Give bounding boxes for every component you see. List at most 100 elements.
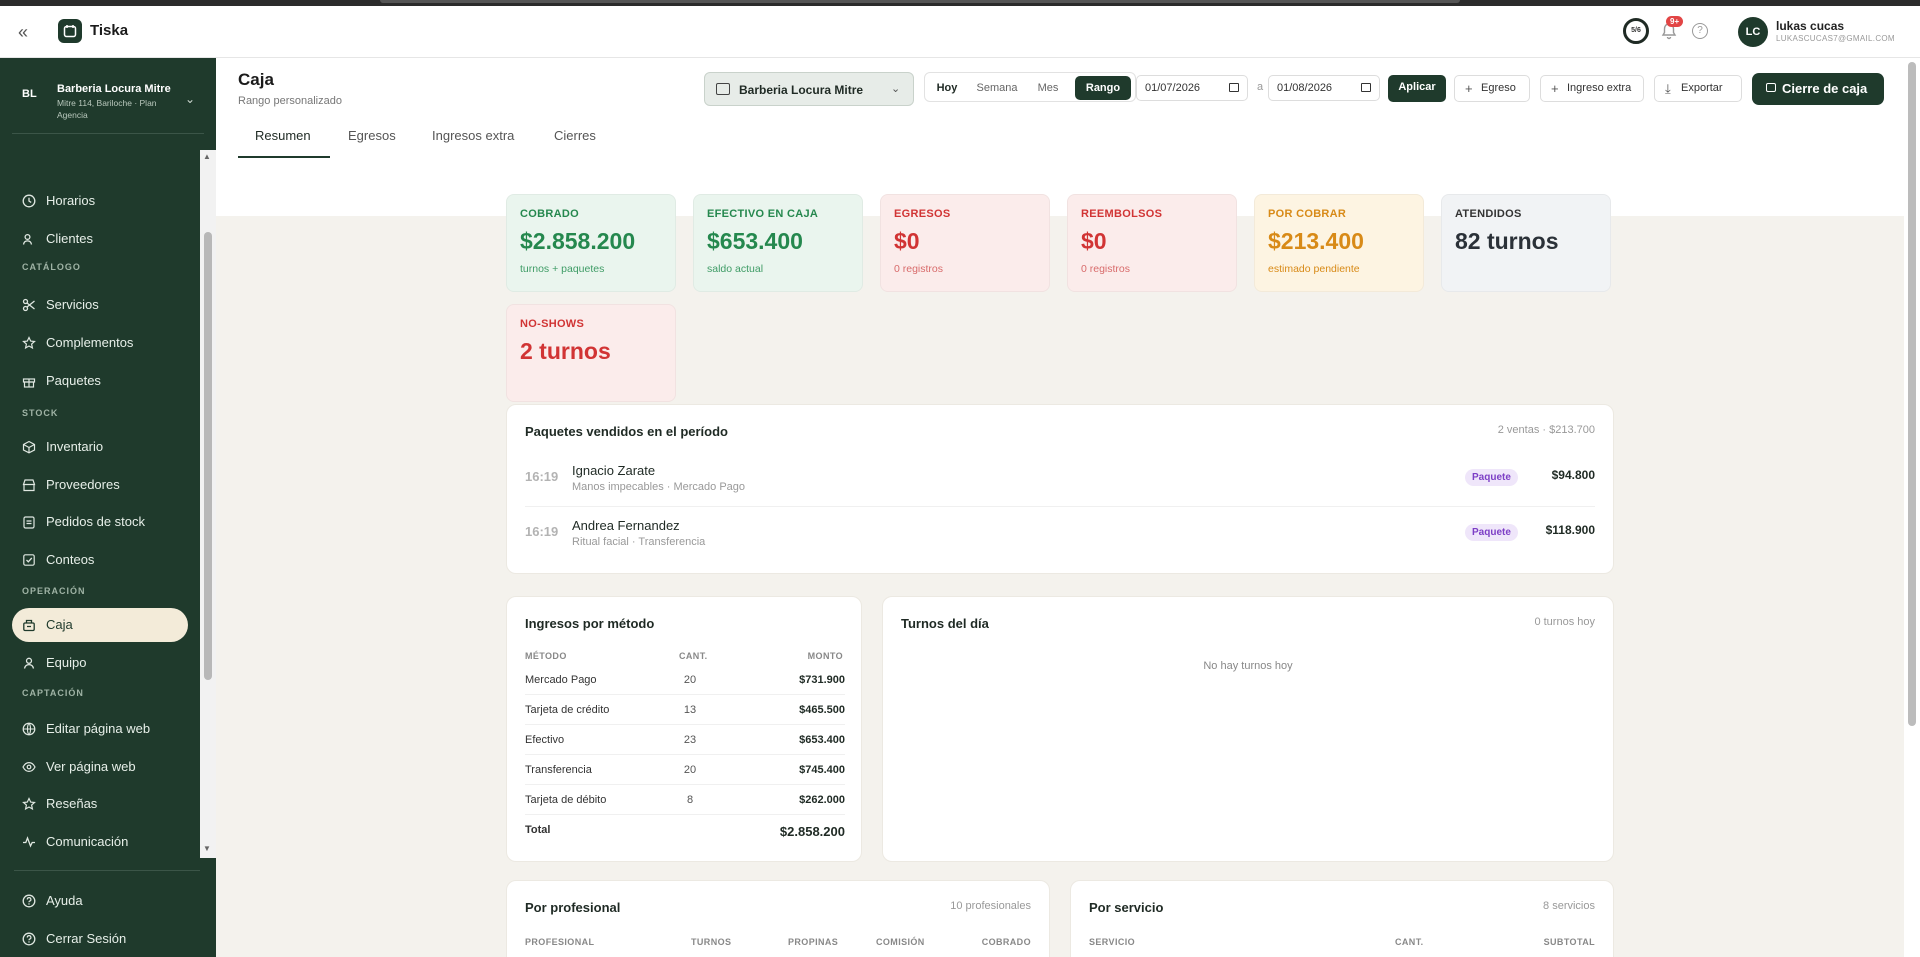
- nav-section-heading: OPERACIÓN: [22, 586, 86, 596]
- sidebar-item-logout[interactable]: Cerrar Sesión: [12, 922, 188, 956]
- table-row: Tarjeta de débito 8 $262.000: [525, 785, 845, 815]
- stat-card-reembolsos: REEMBOLSOS $0 0 registros: [1067, 194, 1237, 292]
- workspace-name: Barberia Locura Mitre: [57, 83, 171, 95]
- sidebar-nav: Horarios Clientes CATÁLOGO Servicios Complem…: [0, 148, 200, 856]
- stat-title: REEMBOLSOS: [1081, 208, 1163, 220]
- method-amount: $465.500: [799, 704, 845, 716]
- range-rango-button[interactable]: Rango: [1075, 76, 1131, 100]
- sidebar-divider: [14, 870, 200, 871]
- avatar[interactable]: LC: [1738, 17, 1768, 47]
- stat-card-cobrado: COBRADO $2.858.200 turnos + paquetes: [506, 194, 676, 292]
- stat-card-efectivo-en-caja: EFECTIVO EN CAJA $653.400 saldo actual: [693, 194, 863, 292]
- stat-value: $2.858.200: [520, 228, 636, 254]
- stat-title: EFECTIVO EN CAJA: [707, 208, 819, 220]
- tab-cierres[interactable]: Cierres: [554, 128, 596, 143]
- sidebar-item-label: Cerrar Sesión: [46, 931, 127, 946]
- chevron-down-icon: ⌄: [891, 83, 901, 95]
- range-semana-button[interactable]: Semana: [969, 76, 1025, 100]
- method-qty: 8: [686, 794, 694, 806]
- sidebar-item-ayuda[interactable]: Ayuda: [12, 884, 188, 918]
- column-header: COBRADO: [981, 937, 1031, 947]
- sidebar-scrollbar[interactable]: ▲ ▼: [200, 150, 216, 858]
- stat-value: $653.400: [707, 228, 803, 254]
- calendar-icon[interactable]: [1361, 83, 1371, 92]
- sidebar-item-label: Ayuda: [46, 893, 83, 908]
- sale-amount: $94.800: [1551, 468, 1595, 482]
- professionals-panel: Por profesional 10 profesionales PROFESI…: [506, 880, 1050, 957]
- sidebar-item-clientes[interactable]: Clientes: [12, 222, 188, 256]
- help-icon: [22, 894, 36, 908]
- sidebar-item-inventario[interactable]: Inventario: [12, 430, 188, 464]
- ingreso-extra-button[interactable]: + Ingreso extra: [1540, 75, 1644, 102]
- tab-ingresos-extra[interactable]: Ingresos extra: [432, 128, 514, 143]
- team-icon: [23, 657, 35, 669]
- collapse-sidebar-icon[interactable]: «: [18, 22, 40, 42]
- column-header: TURNOS: [691, 937, 732, 947]
- tab-resumen[interactable]: Resumen: [255, 128, 311, 143]
- date-to-input[interactable]: 01/08/2026: [1268, 75, 1380, 101]
- sidebar-item-paquetes[interactable]: Paquetes: [12, 364, 188, 398]
- date-separator: a: [1257, 81, 1264, 93]
- sidebar-item-pedidos-de-stock[interactable]: Pedidos de stock: [12, 505, 188, 539]
- panel-meta: 2 ventas · $213.700: [1497, 424, 1595, 436]
- services-panel: Por servicio 8 servicios SERVICIO CANT. …: [1070, 880, 1614, 957]
- date-from-input[interactable]: 01/07/2026: [1136, 75, 1248, 101]
- page-scrollbar[interactable]: [1904, 58, 1920, 957]
- user-email: LUKASCUCAS7@GMAIL.COM: [1776, 34, 1895, 43]
- scissors-icon: [22, 298, 35, 312]
- sidebar-item-rese-as[interactable]: Reseñas: [12, 787, 188, 821]
- app-header: « Tiska 5/6 9+ ? LC lukas cucas LUKASCUC…: [0, 6, 1920, 58]
- column-header: CANT.: [679, 651, 708, 661]
- empty-state: No hay turnos hoy: [1203, 660, 1293, 672]
- column-header: MÉTODO: [525, 651, 567, 661]
- checklist-icon: [23, 554, 35, 566]
- sidebar-item-comunicaci-n[interactable]: Comunicación: [12, 825, 188, 856]
- column-header: CANT.: [1395, 937, 1424, 947]
- scroll-down-icon[interactable]: ▼: [203, 844, 211, 853]
- workspace-switcher[interactable]: BL Barberia Locura Mitre Mitre 114, Bari…: [12, 74, 204, 134]
- client-name: Ignacio Zarate: [572, 463, 656, 478]
- status-badge: Paquete: [1465, 469, 1518, 486]
- sidebar-item-editar-p-gina-web[interactable]: Editar página web: [12, 712, 188, 746]
- list-item[interactable]: 16:19 Ignacio Zarate Manos impecables · Me…: [525, 455, 1595, 507]
- calendar-icon[interactable]: [1229, 83, 1239, 92]
- apply-button[interactable]: Aplicar: [1388, 75, 1446, 102]
- export-button[interactable]: ⤓ Exportar: [1654, 75, 1742, 102]
- help-icon[interactable]: ?: [1692, 23, 1708, 39]
- sidebar-item-horarios[interactable]: Horarios: [12, 184, 188, 218]
- sidebar-item-label: Clientes: [46, 231, 93, 246]
- onboarding-progress[interactable]: 5/6: [1623, 18, 1649, 44]
- logout-icon: [22, 932, 36, 946]
- sidebar-item-equipo[interactable]: Equipo: [12, 646, 188, 680]
- sidebar-item-complementos[interactable]: Complementos: [12, 326, 188, 360]
- range-hoy-button[interactable]: Hoy: [929, 76, 965, 100]
- sidebar-item-conteos[interactable]: Conteos: [12, 543, 188, 577]
- scroll-up-icon[interactable]: ▲: [203, 152, 211, 161]
- method-amount: $653.400: [799, 734, 845, 746]
- sidebar-item-servicios[interactable]: Servicios: [12, 288, 188, 322]
- sidebar-item-label: Proveedores: [46, 477, 120, 492]
- branch-select[interactable]: Barberia Locura Mitre ⌄: [704, 72, 914, 106]
- cierre-de-caja-button[interactable]: Cierre de caja: [1752, 73, 1884, 105]
- sidebar-item-caja[interactable]: Caja: [12, 608, 188, 642]
- sidebar-item-ver-p-gina-web[interactable]: Ver página web: [12, 750, 188, 784]
- page-scroll-thumb[interactable]: [1908, 62, 1916, 726]
- stat-value: $0: [894, 228, 920, 254]
- sidebar-item-label: Pedidos de stock: [46, 514, 146, 529]
- box-icon: [22, 440, 36, 454]
- sidebar: BL Barberia Locura Mitre Mitre 114, Bari…: [0, 58, 216, 957]
- sidebar-item-label: Inventario: [46, 439, 104, 454]
- range-mes-button[interactable]: Mes: [1029, 76, 1067, 100]
- cierre-de-caja-label: Cierre de caja: [1782, 81, 1868, 96]
- sidebar-scroll-thumb[interactable]: [204, 232, 212, 680]
- page-subtitle: Rango personalizado: [238, 95, 342, 107]
- stat-subtitle: turnos + paquetes: [520, 263, 605, 275]
- sidebar-item-proveedores[interactable]: Proveedores: [12, 468, 188, 502]
- tab-egresos[interactable]: Egresos: [348, 128, 396, 143]
- table-row: Efectivo 23 $653.400: [525, 725, 845, 755]
- gift-icon: [22, 378, 36, 388]
- clock-icon: [22, 194, 36, 208]
- list-item[interactable]: 16:19 Andrea Fernandez Ritual facial · Tra…: [525, 510, 1595, 562]
- egreso-button[interactable]: + Egreso: [1454, 75, 1530, 102]
- sale-detail: Ritual facial · Transferencia: [572, 536, 706, 548]
